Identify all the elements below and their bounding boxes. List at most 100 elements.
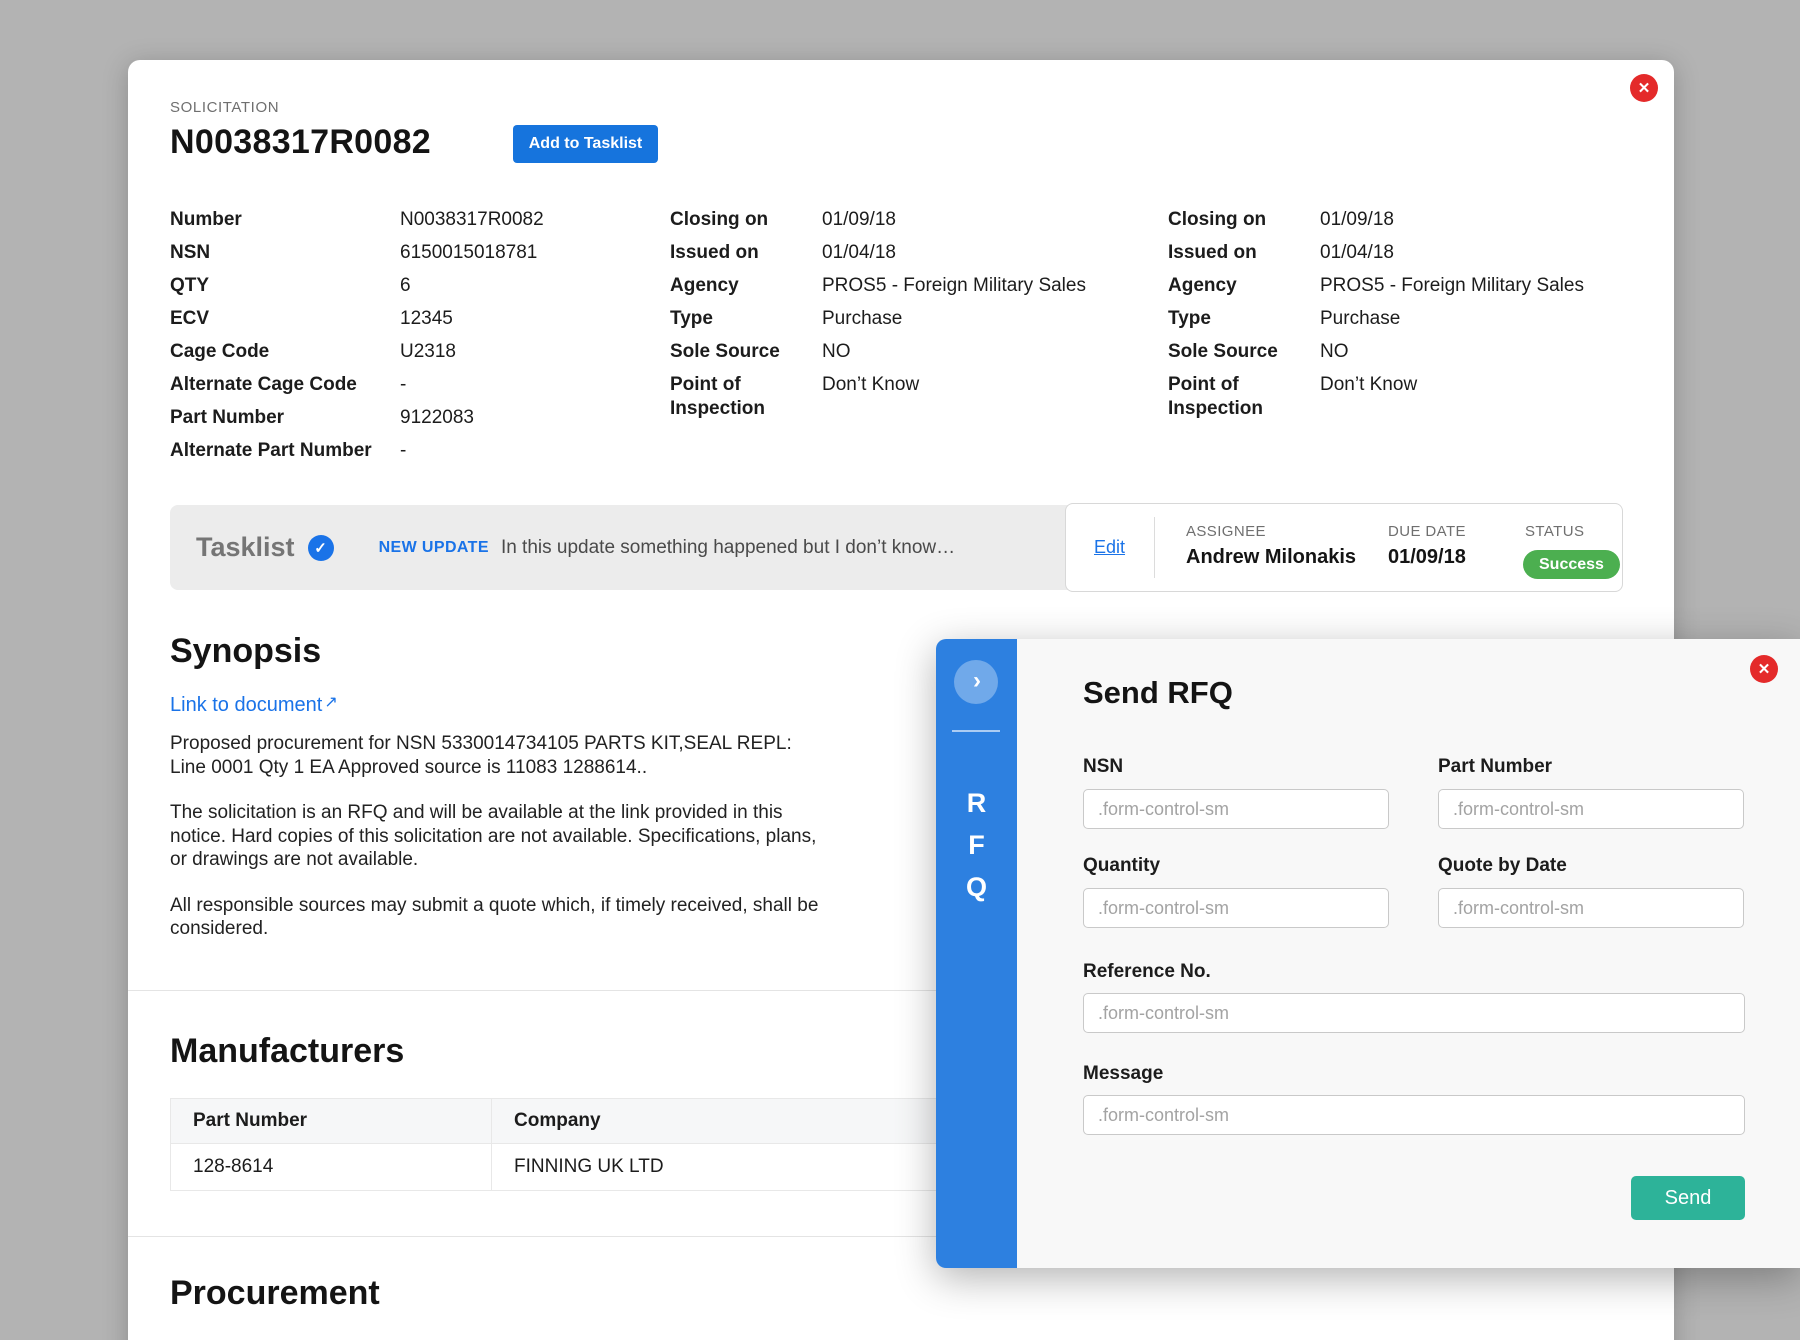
detail-value: N0038317R0082	[400, 208, 544, 232]
detail-label: Agency	[670, 274, 822, 298]
external-link-icon: ↗	[324, 694, 337, 711]
detail-label: Closing on	[1168, 208, 1320, 232]
part-number-field-label: Part Number	[1438, 756, 1552, 778]
detail-label: NSN	[170, 241, 400, 265]
nsn-field[interactable]	[1083, 789, 1389, 829]
update-text: In this update something happened but I …	[501, 537, 955, 559]
detail-value: PROS5 - Foreign Military Sales	[1320, 274, 1584, 298]
detail-row: Closing on01/09/18	[1168, 208, 1584, 232]
status-label: STATUS	[1525, 523, 1584, 540]
detail-row: Issued on01/04/18	[1168, 241, 1584, 265]
link-to-document-label: Link to document	[170, 694, 322, 716]
detail-value: NO	[1320, 340, 1349, 364]
link-to-document[interactable]: Link to document↗	[170, 694, 338, 717]
sidebar-divider	[952, 730, 1000, 732]
edit-link[interactable]: Edit	[1094, 504, 1125, 591]
detail-row: Sole SourceNO	[1168, 340, 1584, 364]
chevron-right-icon[interactable]: ›	[954, 660, 998, 704]
synopsis-paragraph: The solicitation is an RFQ and will be a…	[170, 801, 870, 872]
details-column-right: Closing on01/09/18 Issued on01/04/18 Age…	[1168, 208, 1584, 430]
detail-row: TypePurchase	[670, 307, 1086, 331]
detail-label: Issued on	[670, 241, 822, 265]
synopsis-heading: Synopsis	[170, 632, 321, 671]
close-glyph: ✕	[1638, 81, 1651, 96]
assignee-value: Andrew Milonakis	[1186, 546, 1356, 569]
send-button[interactable]: Send	[1631, 1176, 1745, 1220]
details-column-left: NumberN0038317R0082 NSN6150015018781 QTY…	[170, 208, 544, 472]
detail-label: Alternate Cage Code	[170, 373, 400, 397]
detail-row: TypePurchase	[1168, 307, 1584, 331]
send-rfq-panel: › R F Q Send RFQ ✕ NSN Part Number Quant…	[936, 639, 1800, 1268]
detail-label: Cage Code	[170, 340, 400, 364]
message-field[interactable]	[1083, 1095, 1745, 1135]
check-glyph: ✓	[314, 539, 327, 557]
vertical-divider	[1154, 517, 1155, 578]
page-title: N0038317R0082	[170, 123, 431, 162]
detail-label: Alternate Part Number	[170, 439, 400, 463]
synopsis-paragraph: Proposed procurement for NSN 53300147341…	[170, 732, 870, 779]
detail-value: Purchase	[1320, 307, 1400, 331]
details-column-middle: Closing on01/09/18 Issued on01/04/18 Age…	[670, 208, 1086, 430]
detail-value: Don’t Know	[822, 373, 919, 421]
detail-value: PROS5 - Foreign Military Sales	[822, 274, 1086, 298]
detail-label: Sole Source	[670, 340, 822, 364]
reference-field-label: Reference No.	[1083, 961, 1211, 983]
rfq-letter: Q	[966, 873, 987, 901]
quantity-field[interactable]	[1083, 888, 1389, 928]
quote-by-date-field[interactable]	[1438, 888, 1744, 928]
due-date-value: 01/09/18	[1388, 546, 1466, 569]
close-glyph: ✕	[1758, 662, 1771, 677]
new-update-label: NEW UPDATE	[379, 539, 489, 557]
detail-row: Point of InspectionDon’t Know	[1168, 373, 1584, 421]
tasklist-title: Tasklist	[196, 532, 295, 563]
manufacturers-heading: Manufacturers	[170, 1032, 404, 1071]
detail-label: Part Number	[170, 406, 400, 430]
synopsis-body: Proposed procurement for NSN 53300147341…	[170, 732, 870, 963]
synopsis-paragraph: All responsible sources may submit a quo…	[170, 894, 870, 941]
close-icon[interactable]: ✕	[1630, 74, 1658, 102]
rfq-vertical-label: R F Q	[936, 789, 1017, 901]
detail-row: Sole SourceNO	[670, 340, 1086, 364]
tasklist-info-card: Edit ASSIGNEE Andrew Milonakis DUE DATE …	[1065, 503, 1623, 592]
detail-value: -	[400, 373, 406, 397]
detail-value: Don’t Know	[1320, 373, 1417, 421]
detail-value: Purchase	[822, 307, 902, 331]
detail-row: Closing on01/09/18	[670, 208, 1086, 232]
check-icon: ✓	[308, 535, 334, 561]
detail-value: -	[400, 439, 406, 463]
add-to-tasklist-button[interactable]: Add to Tasklist	[513, 125, 658, 163]
detail-row: ECV12345	[170, 307, 544, 331]
quote-by-date-field-label: Quote by Date	[1438, 855, 1567, 877]
status-badge: Success	[1523, 550, 1620, 579]
detail-row: QTY6	[170, 274, 544, 298]
detail-label: Sole Source	[1168, 340, 1320, 364]
procurement-heading: Procurement	[170, 1274, 380, 1313]
rfq-letter: R	[967, 789, 987, 817]
detail-row: AgencyPROS5 - Foreign Military Sales	[1168, 274, 1584, 298]
detail-value: 9122083	[400, 406, 474, 430]
detail-row: AgencyPROS5 - Foreign Military Sales	[670, 274, 1086, 298]
detail-label: Point of Inspection	[670, 373, 822, 421]
due-date-label: DUE DATE	[1388, 523, 1466, 540]
detail-label: Issued on	[1168, 241, 1320, 265]
rfq-letter: F	[968, 831, 985, 859]
chevron-glyph: ›	[973, 669, 981, 693]
detail-row: NSN6150015018781	[170, 241, 544, 265]
detail-label: Type	[670, 307, 822, 331]
reference-field[interactable]	[1083, 993, 1745, 1033]
detail-value: U2318	[400, 340, 456, 364]
detail-row: Part Number9122083	[170, 406, 544, 430]
detail-value: 01/09/18	[1320, 208, 1394, 232]
part-number-field[interactable]	[1438, 789, 1744, 829]
quantity-field-label: Quantity	[1083, 855, 1160, 877]
detail-row: NumberN0038317R0082	[170, 208, 544, 232]
message-field-label: Message	[1083, 1063, 1163, 1085]
close-icon[interactable]: ✕	[1750, 655, 1778, 683]
nsn-field-label: NSN	[1083, 756, 1123, 778]
detail-value: 01/04/18	[1320, 241, 1394, 265]
detail-value: 6	[400, 274, 411, 298]
page: ✕ SOLICITATION N0038317R0082 Add to Task…	[0, 0, 1800, 1340]
detail-label: QTY	[170, 274, 400, 298]
detail-row: Issued on01/04/18	[670, 241, 1086, 265]
detail-row: Alternate Cage Code-	[170, 373, 544, 397]
